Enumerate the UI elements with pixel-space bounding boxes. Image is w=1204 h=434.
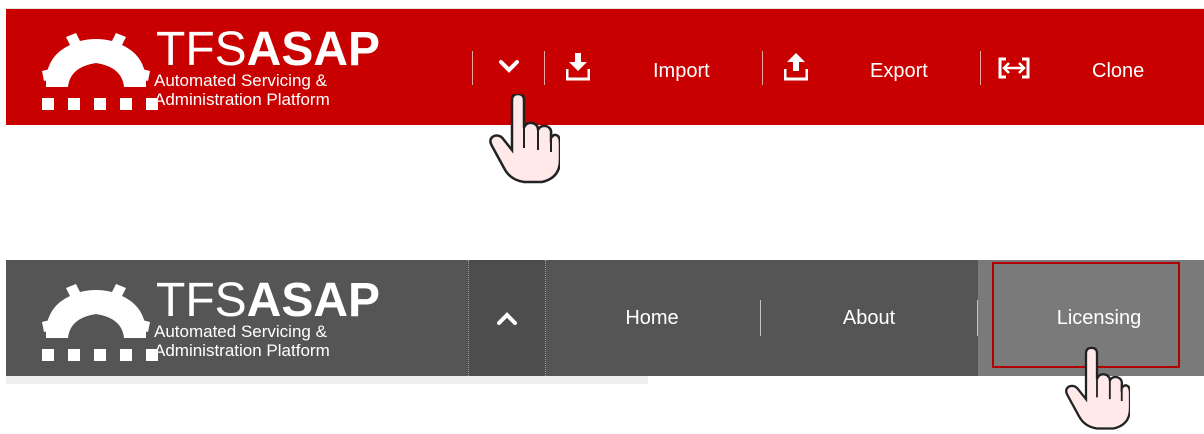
export-button[interactable]: Export: [784, 53, 944, 85]
chevron-up-icon: [497, 312, 517, 325]
action-toolbar: TFSASAP Automated Servicing & Administra…: [6, 8, 1204, 125]
export-label: Export: [870, 60, 928, 82]
nav-item-home[interactable]: Home: [544, 260, 760, 376]
chevron-down-icon[interactable]: [499, 60, 519, 74]
upload-tray-icon: [784, 53, 808, 81]
brand-subtitle-line-1: Automated Servicing &: [154, 322, 327, 341]
import-button[interactable]: Import: [566, 53, 726, 85]
navigation-bar: TFSASAP Automated Servicing & Administra…: [6, 260, 1204, 376]
separator: [762, 51, 763, 85]
clone-button[interactable]: Clone: [998, 55, 1158, 85]
download-tray-icon: [566, 53, 590, 81]
brand-dots: [42, 349, 158, 361]
hand-pointer-cursor-icon: [1065, 346, 1130, 430]
gear-logo-icon: [42, 284, 150, 338]
clone-arrows-icon: [998, 57, 1030, 79]
app-logo: TFSASAP Automated Servicing & Administra…: [42, 260, 380, 376]
content-strip: [6, 376, 648, 384]
brand-dots: [42, 98, 158, 110]
brand-subtitle-line-2: Administration Platform: [154, 90, 330, 109]
import-label: Import: [653, 60, 710, 82]
hand-pointer-cursor-icon: [489, 94, 560, 184]
separator: [472, 51, 473, 85]
clone-label: Clone: [1092, 60, 1145, 82]
brand-subtitle-line-1: Automated Servicing &: [154, 71, 327, 90]
brand-subtitle-line-2: Administration Platform: [154, 341, 330, 360]
separator: [544, 51, 545, 85]
separator: [980, 51, 981, 85]
collapse-menu-button[interactable]: [468, 260, 546, 376]
app-logo: TFSASAP Automated Servicing & Administra…: [42, 9, 380, 125]
nav-item-about[interactable]: About: [761, 260, 977, 376]
gear-logo-icon: [42, 33, 150, 87]
nav-item-about-label: About: [842, 306, 896, 329]
nav-item-home-label: Home: [625, 306, 679, 329]
